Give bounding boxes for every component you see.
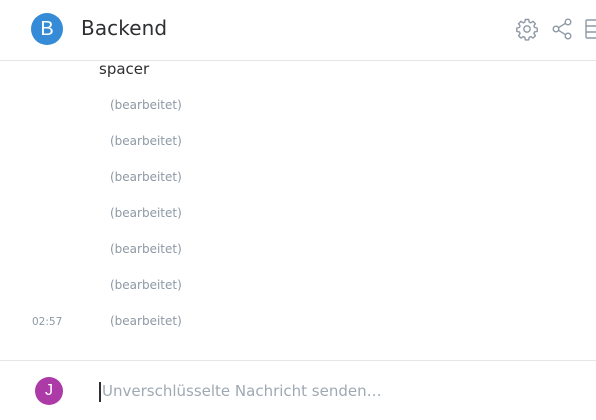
- edited-marker[interactable]: (bearbeitet): [110, 206, 182, 220]
- timeline-event: 02:57 (bearbeitet): [0, 314, 596, 350]
- message-input[interactable]: [99, 378, 559, 404]
- text-caret: [99, 382, 101, 402]
- message-timestamp: 02:57: [32, 316, 63, 328]
- edited-marker[interactable]: (bearbeitet): [110, 98, 182, 112]
- settings-icon: [516, 18, 538, 41]
- timeline-event: (bearbeitet): [0, 98, 596, 134]
- room-header: B Backend: [0, 0, 596, 61]
- edited-marker[interactable]: (bearbeitet): [110, 170, 182, 184]
- message-composer: J: [0, 360, 596, 420]
- toggle-right-panel-button[interactable]: [584, 17, 596, 41]
- timeline-event: (bearbeitet): [0, 170, 596, 206]
- timeline-event: (bearbeitet): [0, 278, 596, 314]
- edited-marker[interactable]: (bearbeitet): [110, 242, 182, 256]
- timeline-event: (bearbeitet): [0, 206, 596, 242]
- message-body: spacer: [99, 61, 150, 78]
- message-timeline[interactable]: spacer (bearbeitet) (bearbeitet) (bearbe…: [0, 61, 596, 360]
- room-view: B Backend spacer (bearbeitet) (bearbeite…: [0, 0, 596, 420]
- share-icon: [552, 18, 572, 40]
- room-avatar[interactable]: B: [31, 13, 63, 45]
- edited-marker[interactable]: (bearbeitet): [110, 314, 182, 328]
- share-room-button[interactable]: [550, 17, 574, 41]
- user-avatar[interactable]: J: [35, 377, 63, 405]
- edited-marker[interactable]: (bearbeitet): [110, 278, 182, 292]
- room-name[interactable]: Backend: [81, 16, 167, 40]
- timeline-event: (bearbeitet): [0, 242, 596, 278]
- timeline-event: (bearbeitet): [0, 134, 596, 170]
- room-settings-button[interactable]: [515, 17, 539, 41]
- right-panel-icon: [585, 19, 596, 39]
- edited-marker[interactable]: (bearbeitet): [110, 134, 182, 148]
